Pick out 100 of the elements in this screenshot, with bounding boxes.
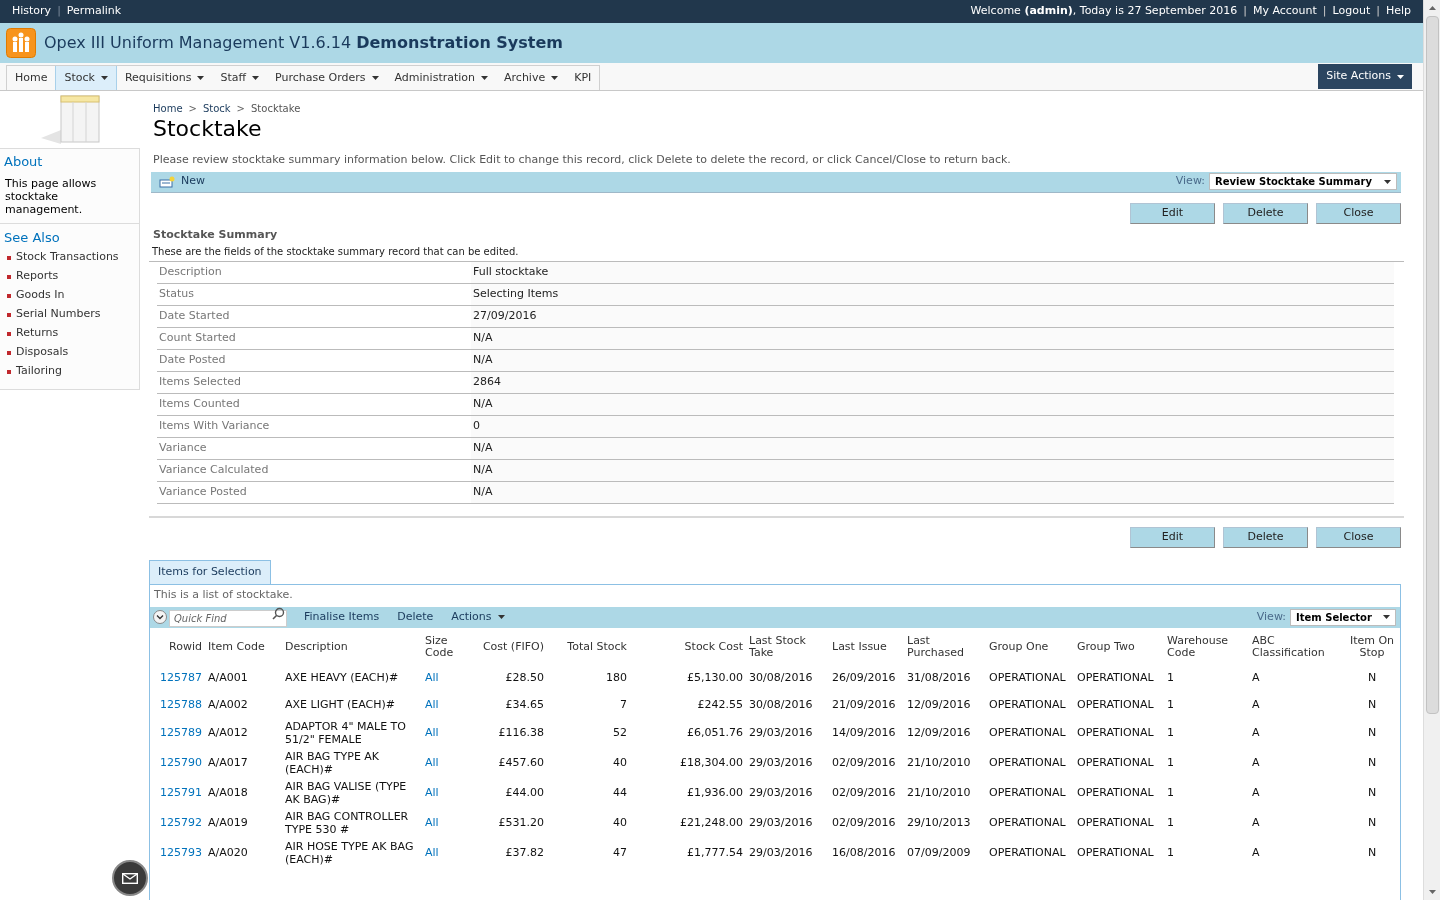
table-cell: 02/09/2016 xyxy=(832,756,896,769)
table-cell: ADAPTOR 4" MALE TO 51/2" FEMALE xyxy=(285,719,406,746)
sidebar-link[interactable]: Serial Numbers xyxy=(16,306,101,323)
column-header[interactable]: Description xyxy=(285,640,419,653)
top-link[interactable]: Permalink xyxy=(66,3,122,20)
row-link[interactable]: All xyxy=(425,697,439,711)
breadcrumb-link[interactable]: Stocktake xyxy=(251,101,301,116)
top-link[interactable]: Help xyxy=(1385,3,1411,20)
row-link[interactable]: 125793 xyxy=(160,846,202,859)
row-link[interactable]: 125790 xyxy=(160,756,202,769)
table-cell: 7 xyxy=(620,697,627,711)
sidebar-link[interactable]: Returns xyxy=(16,325,59,342)
column-header[interactable]: Rowid xyxy=(153,640,202,653)
action-button[interactable]: Edit xyxy=(1130,202,1215,224)
mail-button[interactable] xyxy=(112,860,148,896)
row-link[interactable]: All xyxy=(425,816,439,829)
column-header[interactable]: Group Two xyxy=(1077,640,1161,653)
row-link[interactable]: 125791 xyxy=(160,786,202,799)
top-link[interactable]: History xyxy=(12,3,52,20)
breadcrumb-link[interactable]: Home xyxy=(153,101,183,116)
action-button[interactable]: Delete xyxy=(1223,202,1308,224)
column-header[interactable]: ABC Classification xyxy=(1252,634,1341,659)
sidebar-link[interactable]: Disposals xyxy=(16,344,69,361)
new-button[interactable]: New xyxy=(159,173,205,190)
table-cell: A xyxy=(1252,697,1260,711)
nav-tab[interactable]: Purchase Orders xyxy=(267,66,387,90)
section-title: Stocktake Summary xyxy=(152,226,279,243)
row-link[interactable]: All xyxy=(425,756,439,769)
breadcrumb-separator: > xyxy=(236,102,245,116)
column-header[interactable]: Item On Stop xyxy=(1347,634,1397,659)
scroll-thumb[interactable] xyxy=(1425,16,1439,714)
field-value: N/A xyxy=(471,460,1394,481)
column-header[interactable]: Cost (FIFO) xyxy=(473,640,544,653)
column-header[interactable]: Warehouse Code xyxy=(1167,634,1246,659)
table-cell: AXE HEAVY (EACH)# xyxy=(285,670,399,684)
table-cell: 29/03/2016 xyxy=(749,786,813,799)
nav-tab[interactable]: Administration xyxy=(386,66,497,90)
table-cell: 1 xyxy=(1167,846,1174,859)
column-header[interactable]: Stock Cost xyxy=(633,640,743,653)
column-header[interactable]: Size Code xyxy=(425,634,467,659)
row-link[interactable]: All xyxy=(425,670,439,684)
column-header[interactable]: Total Stock xyxy=(550,640,627,653)
sidebar-link[interactable]: Stock Transactions xyxy=(16,249,119,266)
table-cell: 26/09/2016 xyxy=(832,670,896,684)
table-cell: £28.50 xyxy=(505,670,544,684)
action-button[interactable]: Edit xyxy=(1130,527,1215,548)
table-cell: £531.20 xyxy=(498,816,544,829)
table-cell: 1 xyxy=(1167,816,1174,829)
top-link[interactable]: Logout xyxy=(1332,3,1371,20)
view-dropdown[interactable]: Item Selector xyxy=(1290,608,1396,626)
row-link[interactable]: 125789 xyxy=(160,726,202,739)
table-cell: OPERATIONAL xyxy=(1077,786,1154,799)
field-label: Variance xyxy=(158,440,208,457)
nav-tab[interactable]: Stock xyxy=(55,66,117,90)
row-link[interactable]: 125788 xyxy=(160,697,202,711)
nav-tab[interactable]: KPI xyxy=(566,66,600,90)
list-action[interactable]: Finalise Items xyxy=(304,608,380,626)
sidebar-link[interactable]: Goods In xyxy=(16,287,65,304)
nav-tab[interactable]: Staff xyxy=(212,66,268,90)
row-link[interactable]: All xyxy=(425,726,439,739)
column-header[interactable]: Last Purchased xyxy=(907,634,983,659)
column-header[interactable]: Group One xyxy=(989,640,1071,653)
list-action[interactable]: Actions xyxy=(451,608,505,626)
table-cell: £1,936.00 xyxy=(687,786,743,799)
table-cell: 12/09/2016 xyxy=(907,726,971,739)
nav-tab[interactable]: Requisitions xyxy=(116,66,213,90)
action-button[interactable]: Close xyxy=(1316,527,1401,548)
expand-icon[interactable] xyxy=(153,610,167,624)
action-button[interactable]: Delete xyxy=(1223,527,1308,548)
column-header[interactable]: Last Issue xyxy=(832,640,901,653)
field-label: Items Selected xyxy=(158,374,242,391)
view-dropdown[interactable]: Review Stocktake Summary xyxy=(1209,173,1397,190)
table-cell: 31/08/2016 xyxy=(907,670,971,684)
bullet-icon xyxy=(7,274,11,279)
quick-find-field[interactable]: Quick Find xyxy=(169,610,287,627)
top-link[interactable]: My Account xyxy=(1252,3,1317,20)
items-tab[interactable]: Items for Selection xyxy=(149,560,271,584)
breadcrumb-link[interactable]: Stock xyxy=(202,101,231,116)
row-link[interactable]: 125792 xyxy=(160,816,202,829)
sidebar-link[interactable]: Tailoring xyxy=(16,363,62,380)
table-cell: N xyxy=(1367,697,1377,711)
row-link[interactable]: All xyxy=(425,786,439,799)
column-header[interactable]: Last Stock Take xyxy=(749,634,826,659)
site-actions-button[interactable]: Site Actions xyxy=(1318,64,1412,89)
row-link[interactable]: 125787 xyxy=(160,670,202,684)
table-cell: A xyxy=(1252,756,1260,769)
action-button[interactable]: Close xyxy=(1316,202,1401,224)
table-cell: OPERATIONAL xyxy=(1077,816,1154,829)
breadcrumb-separator: > xyxy=(188,102,197,116)
list-action[interactable]: Delete xyxy=(397,608,434,626)
table-cell: OPERATIONAL xyxy=(1077,697,1154,711)
sidebar-link[interactable]: Reports xyxy=(16,268,59,285)
column-header[interactable]: Item Code xyxy=(208,640,279,653)
nav-tab[interactable]: Archive xyxy=(496,66,567,90)
field-label: Description xyxy=(158,264,223,281)
nav-tab[interactable]: Home xyxy=(7,66,56,90)
table-cell: OPERATIONAL xyxy=(989,756,1066,769)
field-label: Date Started xyxy=(158,308,231,325)
row-link[interactable]: All xyxy=(425,846,439,859)
table-cell: OPERATIONAL xyxy=(1077,726,1154,739)
